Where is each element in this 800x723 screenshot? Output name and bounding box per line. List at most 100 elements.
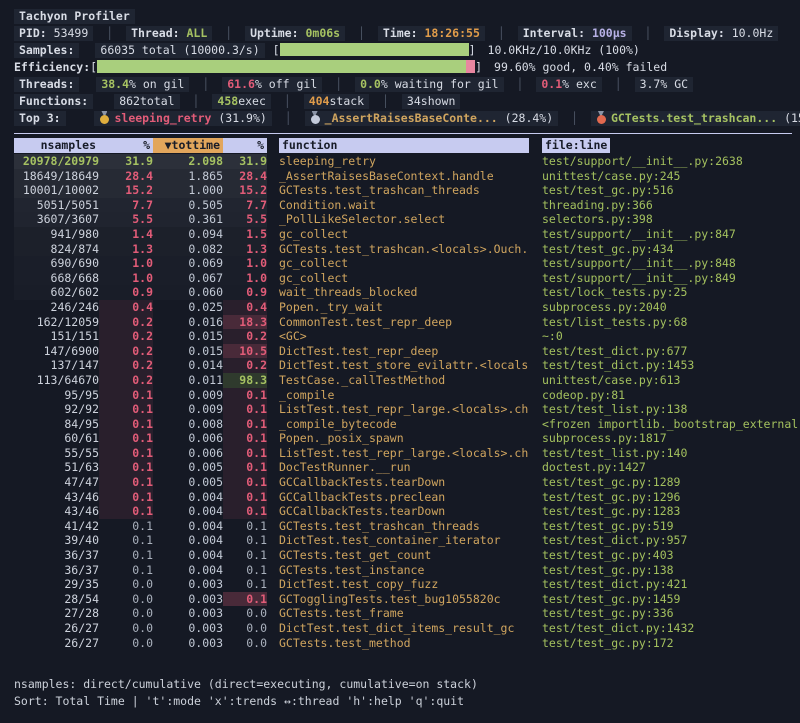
- cell-cumulative-pct: 0.2: [223, 329, 267, 344]
- cell-direct-pct: 0.1: [99, 417, 153, 432]
- cell-nsamples: 151/151: [14, 329, 99, 344]
- cell-function: DictTest.test_store_evilattr.<locals...: [267, 358, 529, 373]
- cell-direct-pct: 0.1: [99, 402, 153, 417]
- cell-nsamples: 824/874: [14, 242, 99, 257]
- table-row: 162/12059 0.2 0.016 18.3 CommonTest.test…: [14, 315, 800, 330]
- cell-direct-pct: 0.2: [99, 344, 153, 359]
- table-row: 3607/3607 5.5 0.361 5.5 _PollLikeSelecto…: [14, 212, 800, 227]
- col-header-tottime-sorted[interactable]: ▼tottime: [153, 138, 223, 154]
- separator: │: [382, 94, 389, 108]
- cell-cumulative-pct: 28.4: [223, 169, 267, 184]
- efficiency-bar-open-bracket: [: [90, 60, 97, 74]
- table-row: 5051/5051 7.7 0.505 7.7 Condition.wait t…: [14, 198, 800, 213]
- stat-segment: 458exec: [212, 94, 270, 109]
- table-row: 941/980 1.4 0.094 1.5 gc_collect test/su…: [14, 227, 800, 242]
- cell-file-line: test/test_gc.py:336: [529, 606, 800, 621]
- cell-nsamples: 162/12059: [14, 315, 99, 330]
- cell-cumulative-pct: 0.2: [223, 358, 267, 373]
- cell-tottime: 0.009: [153, 388, 223, 403]
- samples-bar: [280, 43, 469, 56]
- cell-cumulative-pct: 0.1: [223, 504, 267, 519]
- status-item: Thread: ALL: [126, 26, 212, 41]
- cell-nsamples: 147/6900: [14, 344, 99, 359]
- stat-segment: 34shown: [402, 94, 460, 109]
- cell-nsamples: 27/28: [14, 606, 99, 621]
- cell-tottime: 0.008: [153, 417, 223, 432]
- stat-segment: 0.0% waiting for gil: [355, 77, 503, 92]
- stat-segment: 61.6% off gil: [222, 77, 322, 92]
- cell-nsamples: 26/27: [14, 621, 99, 636]
- cell-cumulative-pct: 0.1: [223, 563, 267, 578]
- cell-cumulative-pct: 0.1: [223, 402, 267, 417]
- samples-line: Samples:66035 total (10000.3/s)[]10.0KHz…: [14, 42, 800, 59]
- cell-tottime: 0.004: [153, 548, 223, 563]
- cell-nsamples: 92/92: [14, 402, 99, 417]
- cell-function: ListTest.test_repr_large.<locals>.check: [267, 446, 529, 461]
- table-row: 84/95 0.1 0.008 0.1 _compile_bytecode <f…: [14, 417, 800, 432]
- efficiency-label: Efficiency:: [14, 60, 90, 74]
- cell-direct-pct: 0.1: [99, 446, 153, 461]
- col-header-cumulative-pct[interactable]: %: [223, 138, 267, 154]
- cell-direct-pct: 1.0: [99, 271, 153, 286]
- cell-tottime: 0.025: [153, 300, 223, 315]
- cell-direct-pct: 0.1: [99, 460, 153, 475]
- table-row: 51/63 0.1 0.005 0.1 DocTestRunner.__run …: [14, 460, 800, 475]
- cell-direct-pct: 28.4: [99, 169, 153, 184]
- col-header-file-line[interactable]: file:line: [529, 138, 800, 154]
- app-title: Tachyon Profiler: [14, 9, 135, 24]
- title-line: Tachyon Profiler: [14, 8, 800, 25]
- cell-function: GCTests.test_instance: [267, 563, 529, 578]
- table-body: 20978/20979 31.9 2.098 31.9 sleeping_ret…: [14, 154, 800, 650]
- cell-file-line: codeop.py:81: [529, 388, 800, 403]
- samples-bar-open-bracket: [: [273, 43, 280, 57]
- cell-nsamples: 60/61: [14, 431, 99, 446]
- separator: │: [498, 26, 505, 40]
- cell-cumulative-pct: 0.1: [223, 519, 267, 534]
- cell-cumulative-pct: 1.3: [223, 242, 267, 257]
- cell-file-line: threading.py:366: [529, 198, 800, 213]
- cell-tottime: 0.060: [153, 285, 223, 300]
- table-row: 137/147 0.2 0.014 0.2 DictTest.test_stor…: [14, 358, 800, 373]
- cell-file-line: test/test_gc.py:516: [529, 183, 800, 198]
- col-header-direct-pct[interactable]: %: [99, 138, 153, 154]
- separator: │: [202, 77, 209, 91]
- efficiency-bar: [97, 60, 475, 73]
- table-row: 151/151 0.2 0.015 0.2 <GC> ~:0: [14, 329, 800, 344]
- table-header-row: nsamples % ▼tottime % function file:line: [14, 138, 800, 154]
- table-row: 10001/10002 15.2 1.000 15.2 GCTests.test…: [14, 183, 800, 198]
- col-header-function[interactable]: function: [267, 138, 529, 154]
- cell-direct-pct: 5.5: [99, 212, 153, 227]
- cell-file-line: test/test_gc.py:138: [529, 563, 800, 578]
- cell-cumulative-pct: 0.1: [223, 475, 267, 490]
- cell-nsamples: 602/602: [14, 285, 99, 300]
- cell-file-line: test/test_dict.py:677: [529, 344, 800, 359]
- separator: │: [645, 26, 652, 40]
- table-row: 602/602 0.9 0.060 0.9 wait_threads_block…: [14, 285, 800, 300]
- cell-tottime: 0.014: [153, 358, 223, 373]
- cell-function: Condition.wait: [267, 198, 529, 213]
- cell-cumulative-pct: 0.1: [223, 548, 267, 563]
- col-header-nsamples[interactable]: nsamples: [14, 138, 99, 154]
- cell-nsamples: 39/40: [14, 533, 99, 548]
- cell-function: DictTest.test_dict_items_result_gc: [267, 621, 529, 636]
- stat-segment: 0.1% exc: [536, 77, 601, 92]
- cell-direct-pct: 0.1: [99, 490, 153, 505]
- cell-nsamples: 28/54: [14, 592, 99, 607]
- cell-direct-pct: 0.0: [99, 577, 153, 592]
- cell-nsamples: 43/46: [14, 490, 99, 505]
- top3-entry: GCTests.test_trashcan... (15.2%): [591, 111, 800, 126]
- cell-tottime: 0.004: [153, 490, 223, 505]
- cell-file-line: unittest/case.py:613: [529, 373, 800, 388]
- status-line: PID: 53499 │ Thread: ALL │ Uptime: 0m06s…: [14, 25, 800, 42]
- efficiency-line: Efficiency:[]99.60% good, 0.40% failed: [14, 59, 800, 76]
- cell-function: GCCallbackTests.tearDown: [267, 504, 529, 519]
- top3-entry: sleeping_retry (31.9%): [94, 111, 271, 126]
- cell-function: GCTogglingTests.test_bug1055820c: [267, 592, 529, 607]
- cell-tottime: 0.011: [153, 373, 223, 388]
- cell-tottime: 0.004: [153, 519, 223, 534]
- table-row: 92/92 0.1 0.009 0.1 ListTest.test_repr_l…: [14, 402, 800, 417]
- cell-cumulative-pct: 1.0: [223, 271, 267, 286]
- cell-direct-pct: 1.3: [99, 242, 153, 257]
- cell-cumulative-pct: 0.1: [223, 592, 267, 607]
- cell-function: gc_collect: [267, 227, 529, 242]
